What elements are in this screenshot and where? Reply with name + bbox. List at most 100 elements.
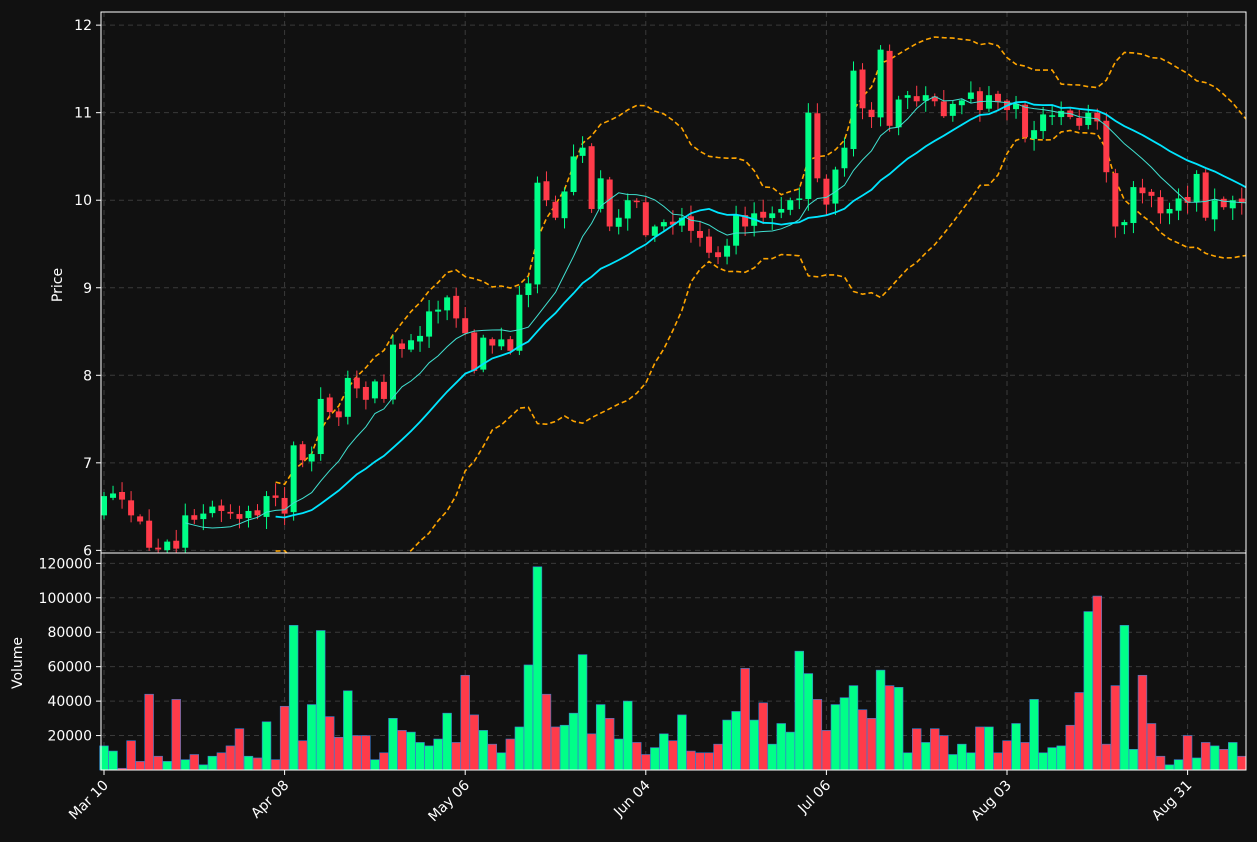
volume-tick-label: 40000 (47, 694, 92, 710)
candle-body (173, 540, 180, 549)
candle-body (344, 377, 351, 417)
candle-body (814, 113, 821, 179)
volume-bar (632, 742, 642, 771)
volume-bar (343, 690, 353, 771)
candle-body (940, 101, 947, 117)
candle-body (1193, 173, 1200, 203)
candle-body (236, 514, 243, 519)
candle-body (787, 200, 794, 210)
candle-body (561, 191, 568, 219)
price-tick-label: 7 (83, 456, 92, 472)
candle-body (462, 318, 469, 334)
candle-body (1139, 187, 1146, 194)
volume-bar (839, 697, 850, 771)
volume-bar (893, 687, 904, 771)
volume-bar (460, 674, 470, 771)
candle-body (1130, 187, 1137, 224)
candle-body (543, 181, 550, 201)
volume-bar (334, 736, 344, 771)
candle-body (949, 103, 956, 116)
price-tick-label: 12 (74, 18, 92, 34)
price-tick-label: 9 (83, 281, 92, 297)
volume-bar (830, 704, 841, 771)
volume-bar (171, 699, 181, 771)
volume-bar (767, 743, 777, 771)
candle-body (516, 294, 523, 351)
volume-bar (1029, 699, 1039, 771)
volume-bar (1191, 757, 1202, 771)
candle-body (769, 213, 776, 219)
volume-bar (126, 740, 136, 771)
candle-body (660, 222, 667, 227)
candle-body (1148, 191, 1155, 196)
volume-bar (189, 754, 199, 771)
volume-bar (604, 718, 615, 771)
candle-body (489, 339, 496, 346)
candle-body (958, 100, 965, 106)
candle-body (371, 381, 378, 399)
candle-body (1121, 222, 1128, 226)
candle-body (579, 147, 586, 156)
candle-body (823, 178, 830, 205)
candle-body (119, 491, 126, 500)
candle-body (1022, 104, 1029, 138)
volume-bar (1128, 749, 1139, 771)
volume-bar (948, 754, 958, 771)
candle-body (886, 50, 893, 126)
volume-bar (243, 755, 254, 771)
candle-body (191, 515, 198, 520)
volume-bar (758, 702, 768, 771)
volume-bar (1110, 685, 1121, 771)
volume-bar (306, 704, 317, 771)
volume-bar (650, 747, 660, 771)
candle-body (417, 335, 424, 342)
volume-bar (478, 730, 488, 771)
volume-bar (505, 738, 516, 771)
volume-bar (1209, 745, 1220, 771)
candle-body (534, 182, 541, 285)
volume-bar (1101, 743, 1112, 771)
candle-body (182, 515, 189, 548)
candle-body (904, 95, 911, 98)
volume-bar (523, 664, 534, 771)
candle-body (101, 496, 107, 516)
volume-bar (1083, 611, 1093, 771)
volume-bar (848, 685, 859, 771)
volume-bar (415, 742, 425, 771)
volume-bar (911, 728, 922, 771)
volume-bar (1219, 749, 1229, 771)
candle-body (1220, 198, 1227, 208)
volume-bar (487, 743, 497, 771)
price-tick-label: 11 (74, 106, 92, 122)
volume-bar (921, 742, 931, 771)
volume-bar (316, 630, 326, 771)
candle-body (209, 506, 216, 514)
candle-body (507, 339, 514, 351)
candle-body (832, 169, 839, 204)
candle-body (976, 91, 983, 111)
volume-bar (379, 752, 389, 771)
candle-body (588, 146, 595, 209)
volume-bar (930, 728, 940, 771)
volume-bar (984, 726, 994, 771)
candle-body (877, 49, 884, 118)
candle-body (706, 236, 713, 253)
candle-body (1085, 112, 1092, 125)
volume-bar (1200, 742, 1211, 771)
volume-bar (153, 755, 163, 771)
volume-bar (1119, 625, 1130, 771)
candle-body (408, 340, 415, 350)
volume-bar (433, 738, 443, 771)
candle-body (633, 200, 640, 203)
volume-bar (1164, 764, 1175, 771)
candle-body (796, 198, 803, 200)
volume-bar (270, 759, 281, 771)
volume-bar (641, 754, 651, 771)
candle-body (227, 511, 234, 514)
candle-body (895, 99, 902, 128)
volume-bar (325, 716, 335, 771)
candle-body (733, 215, 740, 246)
price-axis-label: Price (50, 268, 66, 302)
volume-bar (370, 759, 380, 771)
volume-bar (451, 742, 461, 771)
